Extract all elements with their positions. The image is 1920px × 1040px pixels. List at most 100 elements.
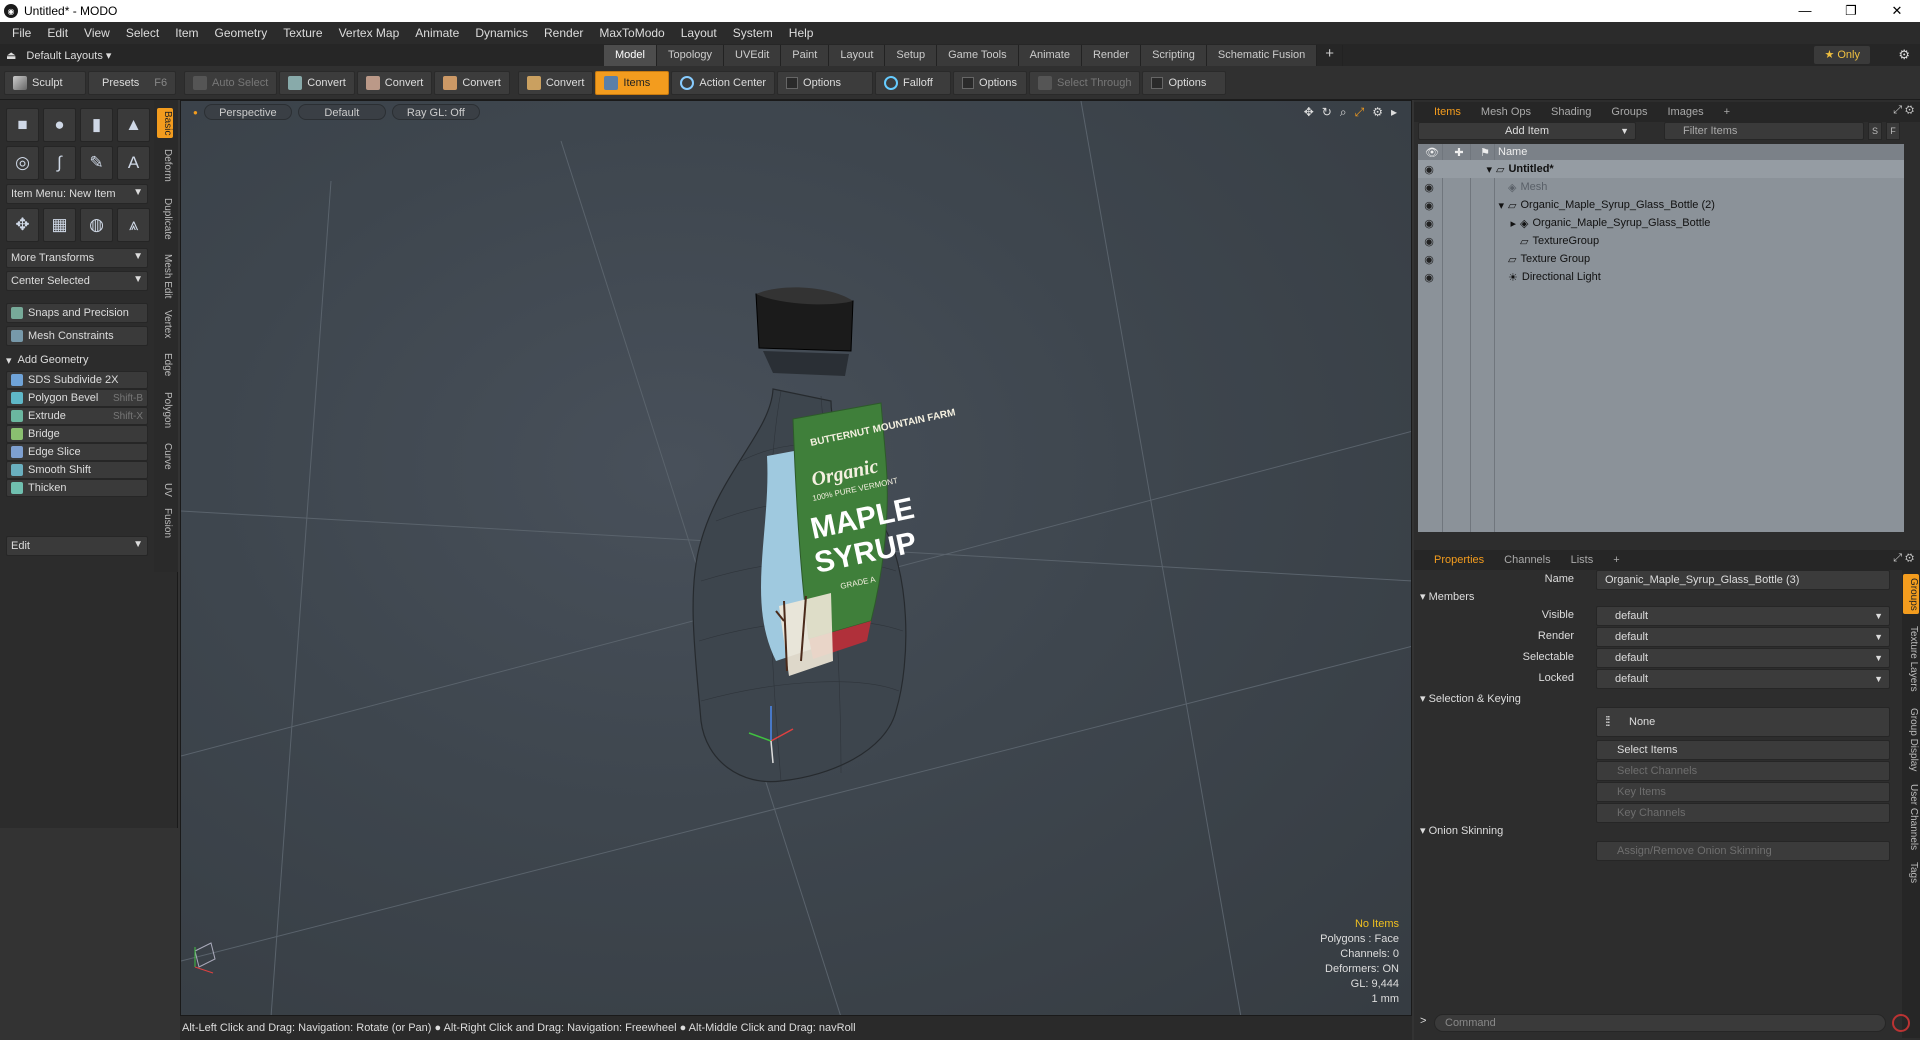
rotate-icon[interactable]: ◍ bbox=[80, 208, 113, 242]
layout-tab-animate[interactable]: Animate bbox=[1018, 45, 1082, 66]
mesh-constraints-button[interactable]: Mesh Constraints bbox=[6, 326, 148, 346]
text-icon[interactable]: A bbox=[117, 146, 150, 180]
tool-thicken[interactable]: Thicken bbox=[6, 479, 148, 497]
tool-sds-subdivide-2x[interactable]: SDS Subdivide 2X bbox=[6, 371, 148, 389]
properties-tab-properties[interactable]: Properties bbox=[1424, 550, 1494, 570]
convert-vertex-button[interactable]: Convert bbox=[279, 70, 355, 95]
menu-animate[interactable]: Animate bbox=[407, 26, 467, 40]
options-checkbox[interactable] bbox=[962, 76, 975, 89]
side-tab-groups[interactable]: Groups bbox=[1903, 574, 1919, 614]
vtab-edge[interactable]: Edge bbox=[157, 348, 173, 382]
falloff-button[interactable]: Falloff bbox=[875, 70, 952, 95]
menu-help[interactable]: Help bbox=[781, 26, 822, 40]
layout-tab-paint[interactable]: Paint bbox=[781, 45, 830, 66]
properties-tab-lists[interactable]: Lists bbox=[1561, 550, 1604, 570]
vtab-polygon[interactable]: Polygon bbox=[157, 388, 173, 432]
vtab-curve[interactable]: Curve bbox=[157, 438, 173, 474]
options-checkbox[interactable] bbox=[786, 76, 799, 89]
options-checkbox[interactable] bbox=[1151, 76, 1164, 89]
eye-icon[interactable]: ◉ bbox=[1422, 217, 1436, 230]
items-tab-groups[interactable]: Groups bbox=[1601, 102, 1657, 122]
menu-select[interactable]: Select bbox=[118, 26, 167, 40]
side-tab-texture-layers[interactable]: Texture Layers bbox=[1903, 620, 1919, 698]
tool-bridge[interactable]: Bridge bbox=[6, 425, 148, 443]
menu-geometry[interactable]: Geometry bbox=[207, 26, 276, 40]
layout-up-icon[interactable]: ⏏ bbox=[6, 49, 16, 62]
tree-row[interactable]: ◉ ◈ Mesh bbox=[1418, 178, 1904, 196]
layout-tab-model[interactable]: Model bbox=[604, 45, 657, 66]
layout-tab-game-tools[interactable]: Game Tools bbox=[937, 45, 1019, 66]
tree-row[interactable]: ◉ ▾ ▱ Organic_Maple_Syrup_Glass_Bottle (2) bbox=[1418, 196, 1904, 214]
eye-icon[interactable]: ◉ bbox=[1422, 235, 1436, 248]
vtab-deform[interactable]: Deform bbox=[157, 144, 173, 186]
snaps-precision-button[interactable]: Snaps and Precision bbox=[6, 303, 148, 323]
items-tab-items[interactable]: Items bbox=[1424, 102, 1471, 122]
layout-tab-setup[interactable]: Setup bbox=[885, 45, 938, 66]
sculpt-button[interactable]: Sculpt bbox=[4, 70, 86, 95]
tool-extrude[interactable]: Extrude Shift-X bbox=[6, 407, 148, 425]
key-items-button[interactable]: Key Items bbox=[1596, 782, 1890, 802]
select-items-button[interactable]: Select Items bbox=[1596, 740, 1890, 760]
vtab-fusion[interactable]: Fusion bbox=[157, 506, 173, 540]
properties-expand-icon[interactable]: ⤢ ⚙ bbox=[1893, 552, 1914, 565]
visible-dropdown[interactable]: default ▼ bbox=[1596, 606, 1890, 626]
menu-item[interactable]: Item bbox=[167, 26, 206, 40]
menu-texture[interactable]: Texture bbox=[275, 26, 330, 40]
default-layouts-dropdown[interactable]: Default Layouts ▾ bbox=[26, 49, 111, 62]
menu-layout[interactable]: Layout bbox=[673, 26, 725, 40]
keying-none-button[interactable]: ⁞⁞ None bbox=[1596, 707, 1890, 737]
eye-icon[interactable]: ◉ bbox=[1422, 163, 1436, 176]
properties-tab-channels[interactable]: Channels bbox=[1494, 550, 1560, 570]
menu-dynamics[interactable]: Dynamics bbox=[467, 26, 536, 40]
tool-edge-slice[interactable]: Edge Slice bbox=[6, 443, 148, 461]
presets-button[interactable]: Presets F6 bbox=[88, 70, 176, 95]
menu-file[interactable]: File bbox=[4, 26, 39, 40]
vtab-uv[interactable]: UV bbox=[157, 480, 173, 500]
cone-icon[interactable]: ▲ bbox=[117, 108, 150, 142]
render-dropdown[interactable]: default ▼ bbox=[1596, 627, 1890, 647]
gear-icon[interactable]: ⚙ bbox=[1898, 47, 1910, 63]
item-menu-dropdown[interactable]: Item Menu: New Item ▼ bbox=[6, 184, 148, 204]
tree-row[interactable]: ◉ ☀ Directional Light bbox=[1418, 268, 1904, 286]
center-selected-dropdown[interactable]: Center Selected ▼ bbox=[6, 271, 148, 291]
items-tab-shading[interactable]: Shading bbox=[1541, 102, 1601, 122]
more-transforms-dropdown[interactable]: More Transforms ▼ bbox=[6, 248, 148, 268]
eye-icon[interactable]: ◉ bbox=[1422, 271, 1436, 284]
layout-tab-schematic-fusion[interactable]: Schematic Fusion bbox=[1206, 45, 1318, 66]
cube-icon[interactable]: ■ bbox=[6, 108, 39, 142]
tree-expand-arrow-icon[interactable]: ▾ bbox=[1436, 163, 1496, 176]
layout-tab-scripting[interactable]: Scripting bbox=[1141, 45, 1207, 66]
vtab-basic[interactable]: Basic bbox=[157, 108, 173, 138]
command-input[interactable]: Command bbox=[1434, 1014, 1886, 1032]
3d-viewport[interactable]: ● Perspective Default Ray GL: Off ✥ ↻ ⌕ … bbox=[180, 100, 1412, 1016]
name-column-header[interactable]: Name bbox=[1498, 146, 1527, 158]
layout-tab-uvedit[interactable]: UVEdit bbox=[724, 45, 782, 66]
side-tab-group-display[interactable]: Group Display bbox=[1903, 704, 1919, 776]
maple-syrup-bottle[interactable]: BUTTERNUT MOUNTAIN FARM Organic 100% PUR… bbox=[692, 287, 957, 783]
tree-row[interactable]: ◉ ▱ TextureGroup bbox=[1418, 232, 1904, 250]
layout-tab-render[interactable]: Render bbox=[1081, 45, 1142, 66]
panel-expand-icon[interactable]: ⤢ ⚙ bbox=[1893, 104, 1914, 117]
pen-icon[interactable]: ✎ bbox=[80, 146, 113, 180]
add-item-dropdown[interactable]: Add Item ▼ bbox=[1418, 122, 1636, 140]
menu-maxtomodo[interactable]: MaxToModo bbox=[591, 26, 672, 40]
tree-row[interactable]: ◉ ▾ ▱ Untitled* bbox=[1418, 160, 1904, 178]
stop-icon[interactable] bbox=[1892, 1014, 1910, 1032]
items-tab-plus[interactable]: + bbox=[1714, 102, 1740, 122]
eye-icon[interactable]: ◉ bbox=[1422, 181, 1436, 194]
select-channels-button[interactable]: Select Channels bbox=[1596, 761, 1890, 781]
convert-polygon-button[interactable]: Convert bbox=[434, 70, 510, 95]
menu-edit[interactable]: Edit bbox=[39, 26, 76, 40]
filter-s-button[interactable]: S bbox=[1868, 122, 1882, 140]
items-mode-button[interactable]: Items bbox=[595, 70, 670, 95]
add-layout-tab-button[interactable]: + bbox=[1317, 45, 1344, 66]
add-geometry-header[interactable]: ▾ Add Geometry bbox=[6, 351, 148, 369]
close-button[interactable]: ✕ bbox=[1874, 0, 1920, 22]
locked-dropdown[interactable]: default ▼ bbox=[1596, 669, 1890, 689]
menu-vertex-map[interactable]: Vertex Map bbox=[331, 26, 408, 40]
maximize-button[interactable]: ❐ bbox=[1828, 0, 1874, 22]
sphere-icon[interactable]: ● bbox=[43, 108, 76, 142]
convert-material-button[interactable]: Convert bbox=[517, 70, 594, 95]
assign-onion-skinning-button[interactable]: Assign/Remove Onion Skinning bbox=[1596, 841, 1890, 861]
cylinder-icon[interactable]: ▮ bbox=[80, 108, 113, 142]
